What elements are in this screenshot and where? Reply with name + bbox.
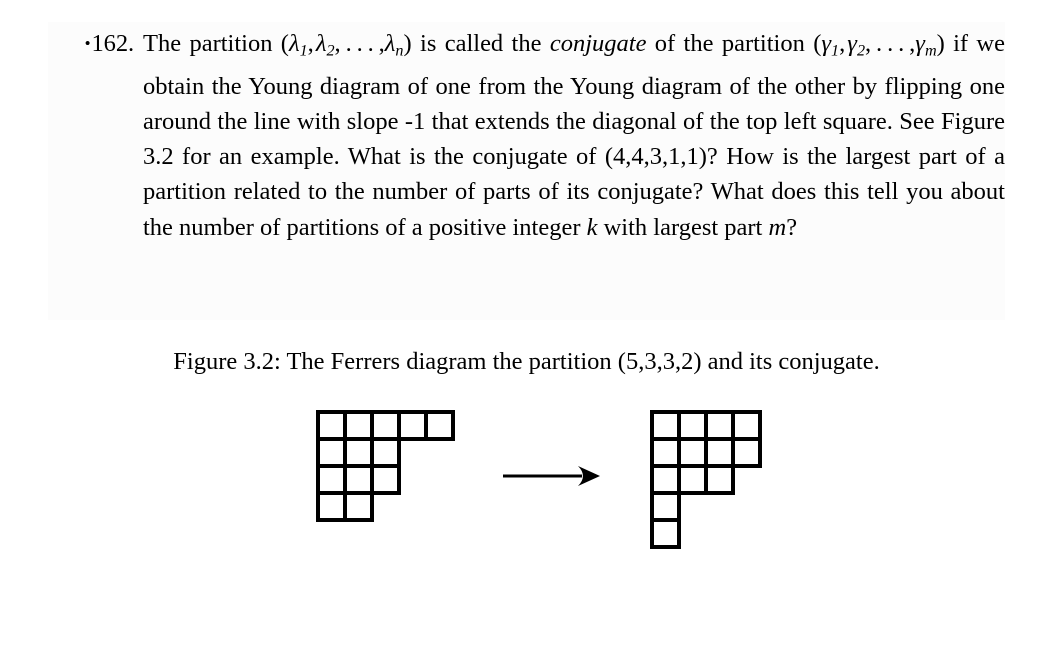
ferrers-cell bbox=[650, 518, 681, 549]
ferrers-cell bbox=[704, 410, 735, 441]
exercise-number-label: 162. bbox=[91, 30, 135, 57]
ferrers-cell bbox=[650, 464, 681, 495]
arrow-head bbox=[578, 466, 600, 486]
gamma-1-subscript: 1 bbox=[831, 42, 840, 60]
ferrers-cell bbox=[370, 437, 401, 468]
lambda-comma-1: , bbox=[307, 30, 316, 57]
ferrers-cell bbox=[704, 437, 735, 468]
ferrers-cell bbox=[397, 410, 428, 441]
exercise-paragraph: The partition (λ1, λ2, . . . ,λn) is cal… bbox=[143, 26, 1005, 245]
ferrers-cell bbox=[731, 410, 762, 441]
conjugation-arrow bbox=[503, 466, 600, 486]
exercise-text-part-2: ) is called the bbox=[403, 30, 550, 57]
exercise-block: •162. The partition (λ1, λ2, . . . ,λn) … bbox=[48, 26, 1005, 245]
lambda-2-symbol: λ bbox=[315, 30, 327, 57]
gamma-m-subscript: m bbox=[924, 42, 937, 60]
ferrers-cell bbox=[343, 437, 374, 468]
gamma-ellipsis: , . . . , bbox=[865, 30, 916, 57]
exercise-text-part-3: of the partition bbox=[646, 30, 805, 57]
ferrers-cell bbox=[704, 464, 735, 495]
gamma-2-symbol: γ bbox=[847, 30, 857, 57]
exercise-text-part-7: ? bbox=[786, 213, 798, 241]
ferrers-cell bbox=[650, 491, 681, 522]
ferrers-cell bbox=[343, 491, 374, 522]
exercise-number: •162. bbox=[48, 26, 134, 61]
lambda-n-subscript: n bbox=[395, 42, 404, 60]
ferrers-diagram-original bbox=[316, 410, 455, 522]
gamma-1-symbol: γ bbox=[821, 30, 832, 57]
ferrers-cell bbox=[370, 410, 401, 441]
ferrers-cell bbox=[677, 437, 708, 468]
bullet-icon: • bbox=[84, 34, 91, 53]
ferrers-cell bbox=[677, 464, 708, 495]
exercise-text-part-1: The partition ( bbox=[143, 30, 289, 57]
figure-caption-text: Figure 3.2: The Ferrers diagram the part… bbox=[173, 348, 880, 375]
figure-caption: Figure 3.2: The Ferrers diagram the part… bbox=[48, 346, 1005, 378]
ferrers-cell bbox=[343, 410, 374, 441]
variable-k: k bbox=[586, 213, 598, 241]
gamma-sequence: γ1, γ2, . . . ,γm bbox=[821, 30, 937, 60]
ferrers-diagram-conjugate bbox=[650, 410, 762, 549]
ferrers-cell bbox=[316, 410, 347, 441]
lambda-2-subscript: 2 bbox=[326, 42, 335, 60]
ferrers-cell bbox=[370, 464, 401, 495]
exercise-text: The partition (λ1, λ2, . . . ,λn) is cal… bbox=[134, 26, 1005, 245]
lambda-ellipsis: , . . . , bbox=[334, 30, 385, 57]
variable-m: m bbox=[768, 213, 787, 241]
lambda-1-symbol: λ bbox=[288, 30, 300, 57]
ferrers-cell bbox=[316, 437, 347, 468]
exercise-text-part-5: ) if we obtain the Young diagram of one … bbox=[143, 30, 1006, 241]
ferrers-cell bbox=[650, 410, 681, 441]
ferrers-cell bbox=[424, 410, 455, 441]
lambda-1-subscript: 1 bbox=[299, 42, 308, 60]
emphasis-conjugate: conjugate bbox=[549, 30, 647, 57]
ferrers-cell bbox=[731, 437, 762, 468]
exercise-text-part-6: with largest part bbox=[597, 213, 769, 241]
ferrers-cell bbox=[343, 464, 374, 495]
gamma-m-symbol: γ bbox=[915, 30, 925, 57]
lambda-n-symbol: λ bbox=[384, 30, 396, 57]
ferrers-cell bbox=[677, 410, 708, 441]
lambda-sequence: λ1, λ2, . . . ,λn bbox=[288, 30, 404, 60]
ferrers-cell bbox=[650, 437, 681, 468]
ferrers-cell bbox=[316, 491, 347, 522]
ferrers-cell bbox=[316, 464, 347, 495]
gamma-2-subscript: 2 bbox=[856, 42, 866, 60]
